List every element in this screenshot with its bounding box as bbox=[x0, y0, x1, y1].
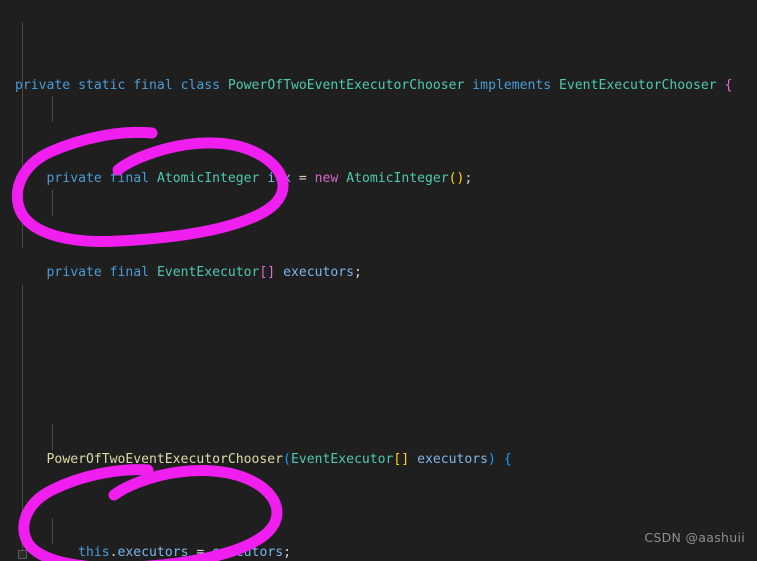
token-brace: { bbox=[724, 77, 733, 93]
token-constructor: PowerOfTwoEventExecutorChooser bbox=[46, 451, 284, 467]
token-paren: ) bbox=[488, 451, 496, 467]
token-brace: { bbox=[503, 451, 512, 467]
token-bracket: [] bbox=[259, 264, 276, 280]
token-variable: executors bbox=[417, 451, 489, 467]
token-keyword: final bbox=[109, 264, 150, 280]
token-keyword-new: new bbox=[314, 171, 339, 187]
token-variable: idx bbox=[267, 171, 291, 187]
token-type: PowerOfTwoEventExecutorChooser bbox=[227, 77, 465, 93]
token-keyword: private bbox=[46, 264, 102, 280]
token-keyword: private bbox=[46, 171, 102, 187]
token-keyword: static bbox=[78, 77, 126, 93]
token-dot: . bbox=[109, 545, 118, 561]
code-line[interactable]: private final EventExecutor[] executors; bbox=[0, 264, 757, 283]
code-line[interactable]: this.executors = executors; bbox=[0, 544, 757, 561]
token-semicolon: ; bbox=[354, 264, 362, 280]
code-line-blank[interactable] bbox=[0, 357, 757, 376]
token-type: EventExecutor bbox=[156, 264, 260, 280]
code-line[interactable]: PowerOfTwoEventExecutorChooser(EventExec… bbox=[0, 451, 757, 470]
token-paren: () bbox=[448, 171, 465, 187]
token-operator: = bbox=[196, 545, 205, 561]
token-field: executors bbox=[117, 545, 189, 561]
code-editor-window[interactable]: private static final class PowerOfTwoEve… bbox=[0, 0, 757, 561]
token-operator: = bbox=[298, 171, 307, 187]
token-keyword: final bbox=[109, 171, 150, 187]
token-bracket: [] bbox=[393, 451, 410, 467]
token-variable: executors bbox=[283, 264, 355, 280]
token-keyword: final bbox=[133, 77, 173, 93]
csdn-watermark: CSDN @aashuii bbox=[644, 530, 745, 545]
code-line[interactable]: private static final class PowerOfTwoEve… bbox=[0, 77, 757, 96]
token-type: AtomicInteger bbox=[156, 171, 260, 187]
token-type: AtomicInteger bbox=[346, 171, 449, 187]
code-fold-marker[interactable] bbox=[18, 550, 27, 559]
token-keyword: private bbox=[15, 77, 71, 93]
code-line[interactable]: private final AtomicInteger idx = new At… bbox=[0, 170, 757, 189]
token-type: EventExecutorChooser bbox=[559, 77, 717, 93]
code-content[interactable]: private static final class PowerOfTwoEve… bbox=[0, 0, 757, 561]
token-keyword: implements bbox=[472, 77, 552, 93]
token-keyword: class bbox=[180, 77, 221, 93]
token-semicolon: ; bbox=[283, 545, 291, 561]
token-paren: ( bbox=[283, 451, 291, 467]
token-keyword-this: this bbox=[78, 545, 110, 561]
token-variable: executors bbox=[212, 545, 284, 561]
token-type: EventExecutor bbox=[290, 451, 394, 467]
token-semicolon: ; bbox=[464, 171, 473, 187]
